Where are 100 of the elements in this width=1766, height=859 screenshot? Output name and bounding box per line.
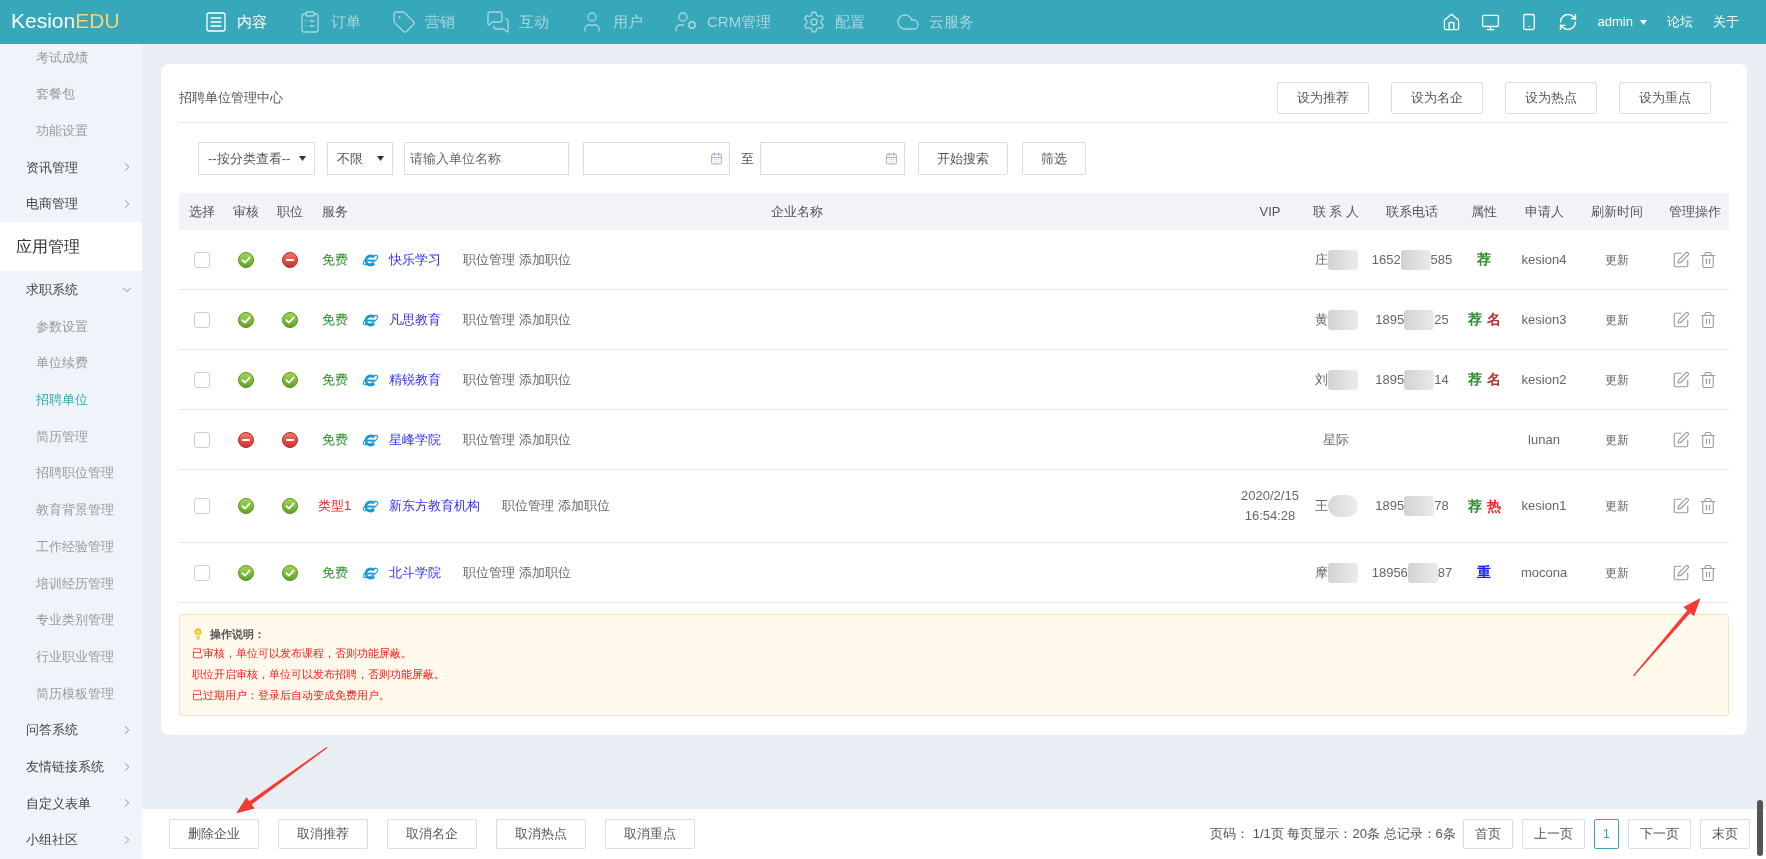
scope-select[interactable]: 不限 <box>327 142 393 175</box>
page-button[interactable]: 末页 <box>1700 819 1750 849</box>
phone-digits: 585 <box>1430 250 1453 269</box>
edit-icon[interactable] <box>1672 370 1690 389</box>
refresh-link[interactable]: 更新 <box>1605 430 1629 449</box>
checkbox[interactable] <box>193 498 210 514</box>
trash-icon[interactable] <box>1699 430 1717 449</box>
sidebar-section-title: 应用管理 <box>0 222 142 272</box>
edit-icon[interactable] <box>1672 497 1690 515</box>
action-link[interactable]: 职位管理 <box>463 369 515 390</box>
trash-icon[interactable] <box>1699 310 1717 329</box>
page-button[interactable]: 下一页 <box>1628 819 1691 849</box>
service-label: 免费 <box>321 563 348 582</box>
bulk-action-button[interactable]: 删除企业 <box>169 819 259 849</box>
sidebar-group[interactable]: 电商管理 <box>0 185 142 223</box>
company-link[interactable]: 星峰学院 <box>389 429 441 450</box>
action-link[interactable]: 添加职位 <box>519 369 571 390</box>
company-link[interactable]: 凡思教育 <box>389 309 441 330</box>
refresh-link[interactable]: 更新 <box>1605 310 1629 329</box>
sidebar-group[interactable]: 资讯管理 <box>0 149 142 186</box>
checkbox[interactable] <box>193 564 210 581</box>
action-link[interactable]: 添加职位 <box>519 429 571 450</box>
phone-digits: 78 <box>1434 497 1449 516</box>
action-link[interactable]: 添加职位 <box>558 496 610 516</box>
refresh-link[interactable]: 更新 <box>1605 370 1629 389</box>
edit-icon[interactable] <box>1672 430 1690 449</box>
caret-icon <box>1640 19 1647 25</box>
date-field[interactable] <box>760 142 905 175</box>
page-button[interactable]: 上一页 <box>1521 819 1585 849</box>
page-button[interactable]: 首页 <box>1462 819 1513 849</box>
phone-digits: 1895 <box>1375 310 1405 329</box>
company-link[interactable]: 快乐学习 <box>389 249 441 270</box>
edit-icon[interactable] <box>1672 310 1690 329</box>
bulk-action-button[interactable]: 取消重点 <box>605 819 695 849</box>
trash-icon[interactable] <box>1699 497 1717 515</box>
action-link[interactable]: 职位管理 <box>463 309 515 330</box>
phone-digits: 25 <box>1434 310 1449 329</box>
home-icon[interactable] <box>1441 12 1461 32</box>
action-button[interactable]: 设为热点 <box>1505 82 1597 114</box>
sidebar-group[interactable]: 友情链接系统 <box>0 748 142 786</box>
action-link[interactable]: 职位管理 <box>502 496 554 516</box>
column-header: VIP <box>1259 202 1281 221</box>
tag-icon <box>392 10 416 34</box>
applicant-name: kesion4 <box>1521 250 1567 269</box>
service-label: 免费 <box>321 370 348 389</box>
sidebar-group[interactable]: 小组社区 <box>0 821 142 859</box>
trash-icon[interactable] <box>1699 370 1717 389</box>
company-link[interactable]: 北斗学院 <box>389 562 441 583</box>
phone-digits: 18956 <box>1371 563 1408 582</box>
applicant-name: lunan <box>1528 430 1560 449</box>
sidebar-group[interactable]: 求职系统 <box>0 271 142 309</box>
bulk-action-button[interactable]: 取消热点 <box>496 819 586 849</box>
edit-icon[interactable] <box>1672 563 1690 582</box>
filter-button[interactable]: 筛选 <box>1022 142 1086 175</box>
contact-name: 刘 <box>1314 370 1328 389</box>
action-link[interactable]: 添加职位 <box>519 309 571 330</box>
action-link[interactable]: 职位管理 <box>463 562 515 583</box>
attribute-tag: 重 <box>1477 562 1491 583</box>
checkbox[interactable] <box>193 371 210 388</box>
company-link[interactable]: 精锐教育 <box>389 369 441 390</box>
name-search-field[interactable]: 请输入单位名称 <box>404 142 569 175</box>
checkbox[interactable] <box>193 431 210 448</box>
refresh-icon[interactable] <box>1557 12 1578 32</box>
action-link[interactable]: 职位管理 <box>463 249 515 270</box>
action-button[interactable]: 设为名企 <box>1391 82 1483 114</box>
company-link[interactable]: 新东方教育机构 <box>389 496 480 516</box>
checkbox[interactable] <box>193 311 210 328</box>
edit-icon[interactable] <box>1672 250 1690 269</box>
sidebar-group[interactable]: 问答系统 <box>0 711 142 749</box>
bulk-action-button[interactable]: 取消推荐 <box>278 819 368 849</box>
trash-icon[interactable] <box>1699 250 1717 269</box>
action-button[interactable]: 设为推荐 <box>1277 82 1369 114</box>
monitor-icon[interactable] <box>1480 12 1500 32</box>
action-link[interactable]: 添加职位 <box>519 562 571 583</box>
sidebar-group[interactable]: 自定义表单 <box>0 785 142 822</box>
trash-icon[interactable] <box>1699 563 1717 582</box>
lightbulb-icon <box>192 628 204 640</box>
phone-digits: 1895 <box>1375 497 1405 516</box>
bulk-action-button[interactable]: 取消名企 <box>387 819 477 849</box>
action-link[interactable]: 添加职位 <box>519 249 571 270</box>
date-field[interactable] <box>583 142 730 175</box>
checkbox[interactable] <box>193 251 210 268</box>
phone-digits: 87 <box>1437 563 1453 582</box>
action-button[interactable]: 设为重点 <box>1619 82 1711 114</box>
scrollbar-thumb[interactable] <box>1757 800 1763 856</box>
column-header: 审核 <box>233 202 259 221</box>
filter-button[interactable]: 开始搜索 <box>918 142 1008 175</box>
contact-name: 黄 <box>1314 310 1328 329</box>
refresh-link[interactable]: 更新 <box>1605 497 1629 515</box>
column-header: 联系电话 <box>1386 202 1438 221</box>
vip-expiry: 2020/2/15 16:54:28 <box>1240 487 1300 525</box>
list-square-icon <box>204 10 228 34</box>
action-link[interactable]: 职位管理 <box>463 429 515 450</box>
refresh-link[interactable]: 更新 <box>1605 250 1629 269</box>
refresh-link[interactable]: 更新 <box>1605 563 1629 582</box>
settings-icon <box>802 10 827 34</box>
category-select[interactable]: --按分类查看-- <box>198 142 315 175</box>
attribute-tag: 荐 <box>1467 495 1482 517</box>
column-header: 联 系 人 <box>1312 202 1360 221</box>
column-header: 选择 <box>188 202 215 221</box>
